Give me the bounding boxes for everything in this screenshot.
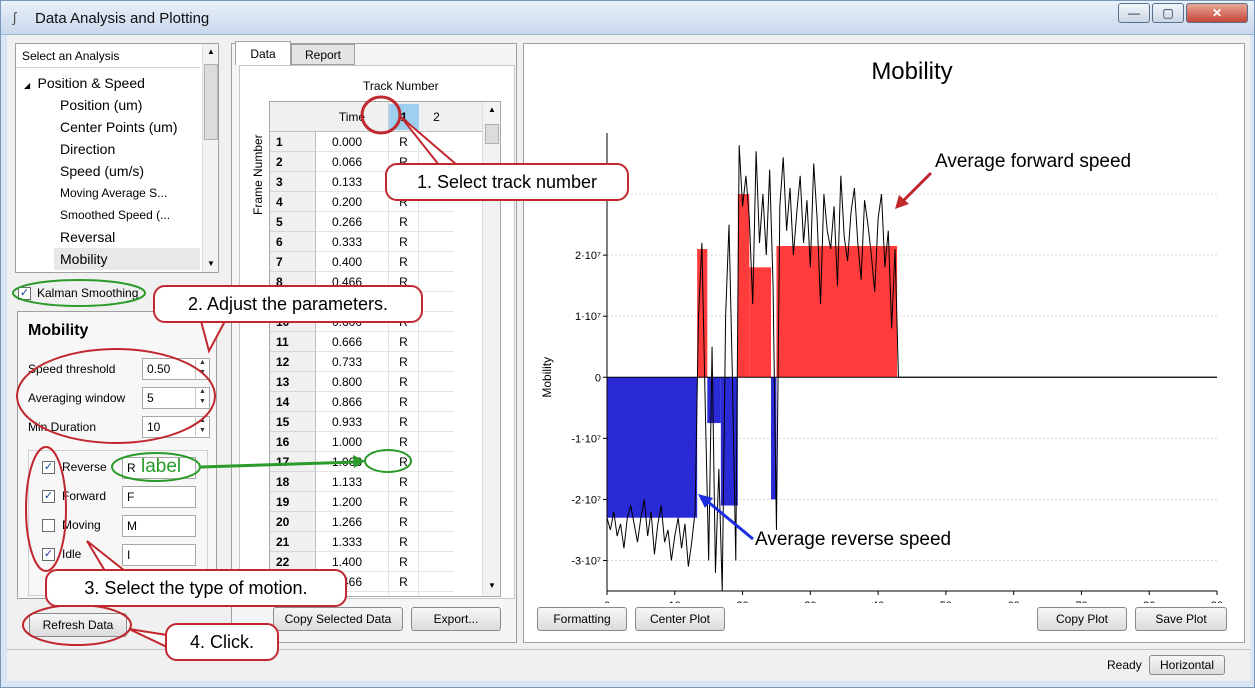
- callout-step-2: 2. Adjust the parameters.: [153, 285, 423, 323]
- parameters-highlight: [16, 348, 216, 444]
- callout-tail: [128, 628, 168, 649]
- reverse-arrow: [706, 499, 754, 541]
- label-annotation: label: [141, 456, 182, 477]
- reverse-speed-annotation: Average reverse speed: [755, 529, 952, 550]
- callout-step-4: 4. Click.: [165, 623, 279, 661]
- forward-arrow: [901, 171, 933, 203]
- callout-tail: [199, 320, 227, 354]
- refresh-highlight: [22, 604, 132, 646]
- callout-tail: [400, 116, 460, 166]
- checkboxes-highlight: [25, 446, 67, 572]
- forward-speed-annotation: Average forward speed: [935, 151, 1132, 172]
- callout-step-1: 1. Select track number: [385, 163, 629, 201]
- track-1-highlight: [360, 95, 402, 135]
- callout-tail: [86, 540, 128, 572]
- callout-step-3: 3. Select the type of motion.: [45, 569, 347, 607]
- cell-highlight: [364, 449, 412, 473]
- arrow-head-icon: [353, 455, 365, 468]
- app-window: ʃ Data Analysis and Plotting — ▢ ✕ Selec…: [0, 0, 1255, 688]
- kalman-highlight: [12, 279, 146, 307]
- label-arrow: [200, 460, 358, 469]
